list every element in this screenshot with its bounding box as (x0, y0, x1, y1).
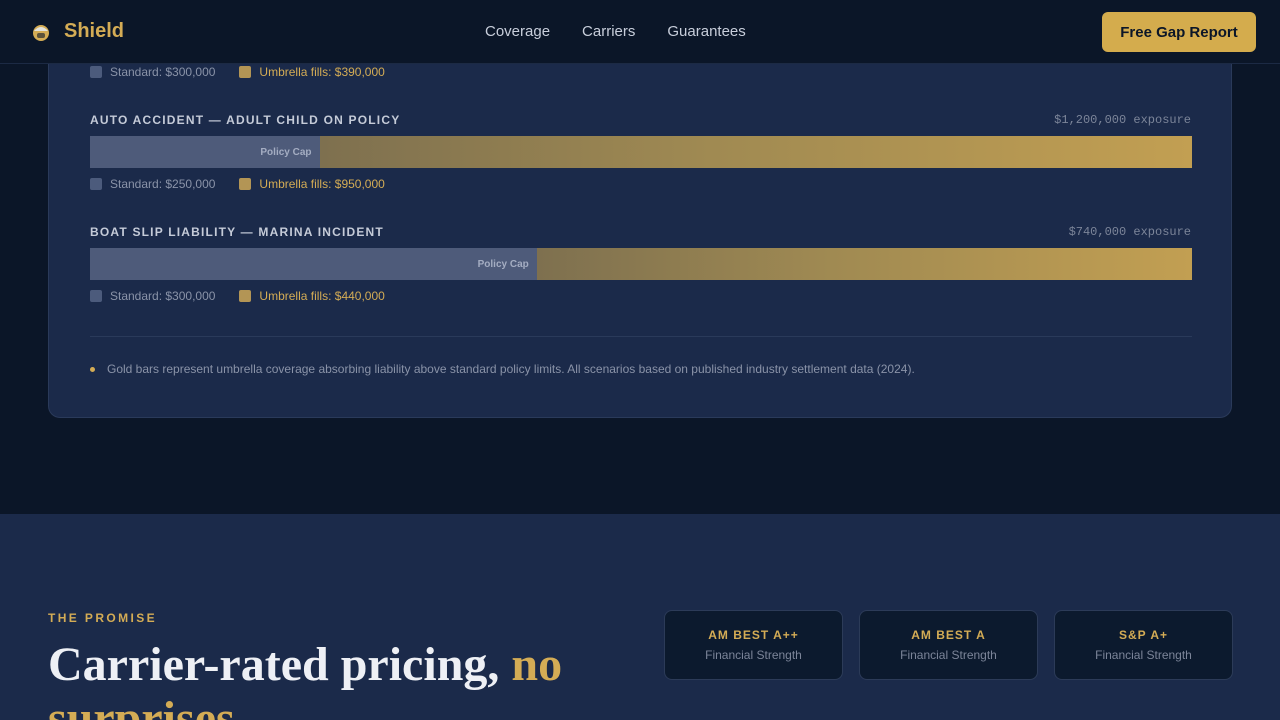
rating-subtitle: Financial Strength (705, 648, 802, 662)
rating-card: S&P A+ Financial Strength (1054, 610, 1233, 680)
standard-swatch (90, 178, 102, 190)
legend-umbrella-label: Umbrella fills: $440,000 (259, 289, 385, 303)
nav-link-guarantees[interactable]: Guarantees (667, 23, 745, 40)
top-nav: Shield Coverage Carriers Guarantees Free… (0, 0, 1280, 64)
umbrella-bar-segment (536, 248, 1192, 280)
section-eyebrow: THE PROMISE (48, 611, 158, 625)
coverage-bar: Policy Cap (90, 248, 1192, 280)
shield-helmet-icon (33, 24, 49, 41)
legend-umbrella: Umbrella fills: $950,000 (239, 177, 385, 191)
legend-umbrella-label: Umbrella fills: $390,000 (259, 65, 385, 79)
scenario-card: Standard: $300,000 Umbrella fills: $390,… (48, 20, 1232, 418)
policy-cap-label: Policy Cap (477, 258, 529, 270)
legend-standard: Standard: $300,000 (90, 289, 215, 303)
rating-name: AM BEST A (911, 628, 986, 642)
legend-standard-label: Standard: $300,000 (110, 65, 216, 79)
rating-card: AM BEST A++ Financial Strength (664, 610, 843, 680)
card-divider (90, 336, 1192, 337)
scenario-exposure: $1,200,000 exposure (1054, 113, 1191, 127)
standard-swatch (90, 66, 102, 78)
scenario-legend: Standard: $250,000 Umbrella fills: $950,… (90, 177, 385, 191)
legend-umbrella: Umbrella fills: $440,000 (239, 289, 385, 303)
rating-subtitle: Financial Strength (1095, 648, 1192, 662)
policy-cap-label: Policy Cap (260, 146, 312, 158)
bullet-dot-icon (90, 366, 95, 372)
umbrella-swatch (239, 290, 252, 302)
coverage-bar: Policy Cap (90, 136, 1192, 168)
section-headline: Carrier-rated pricing, no surprises (48, 638, 608, 720)
standard-bar-segment: Policy Cap (90, 136, 320, 168)
legend-standard: Standard: $300,000 (90, 65, 215, 79)
umbrella-swatch (239, 178, 252, 190)
legend-standard: Standard: $250,000 (90, 177, 215, 191)
headline-main: Carrier-rated pricing, (48, 638, 512, 691)
scenario-legend: Standard: $300,000 Umbrella fills: $440,… (90, 289, 385, 303)
legend-standard-label: Standard: $250,000 (110, 177, 216, 191)
standard-bar-segment: Policy Cap (90, 248, 537, 280)
rating-name: S&P A+ (1118, 628, 1169, 642)
ratings-row: AM BEST A++ Financial Strength AM BEST A… (664, 610, 1233, 680)
brand-name: Shield (64, 20, 125, 42)
legend-umbrella-label: Umbrella fills: $950,000 (259, 177, 385, 191)
nav-link-coverage[interactable]: Coverage (485, 23, 550, 40)
brand[interactable]: Shield (30, 20, 124, 43)
legend-umbrella: Umbrella fills: $390,000 (239, 65, 385, 79)
rating-subtitle: Financial Strength (900, 648, 997, 662)
standard-swatch (90, 290, 102, 302)
scenario-title: BOAT SLIP LIABILITY — MARINA INCIDENT (90, 225, 384, 239)
nav-links: Coverage Carriers Guarantees (485, 23, 746, 40)
umbrella-bar-segment (319, 136, 1192, 168)
nav-link-carriers[interactable]: Carriers (582, 23, 635, 40)
scenario-title: AUTO ACCIDENT — ADULT CHILD ON POLICY (90, 113, 401, 127)
scenario-legend: Standard: $300,000 Umbrella fills: $390,… (90, 65, 385, 79)
rating-card: AM BEST A Financial Strength (859, 610, 1038, 680)
legend-standard-label: Standard: $300,000 (110, 289, 216, 303)
umbrella-swatch (239, 66, 252, 78)
rating-name: AM BEST A++ (708, 628, 799, 642)
footnote-text: Gold bars represent umbrella coverage ab… (107, 362, 915, 376)
promise-section: THE PROMISE Carrier-rated pricing, no su… (0, 514, 1280, 720)
footnote: Gold bars represent umbrella coverage ab… (90, 362, 915, 376)
free-gap-report-button[interactable]: Free Gap Report (1102, 12, 1256, 52)
scenario-exposure: $740,000 exposure (1068, 225, 1191, 239)
